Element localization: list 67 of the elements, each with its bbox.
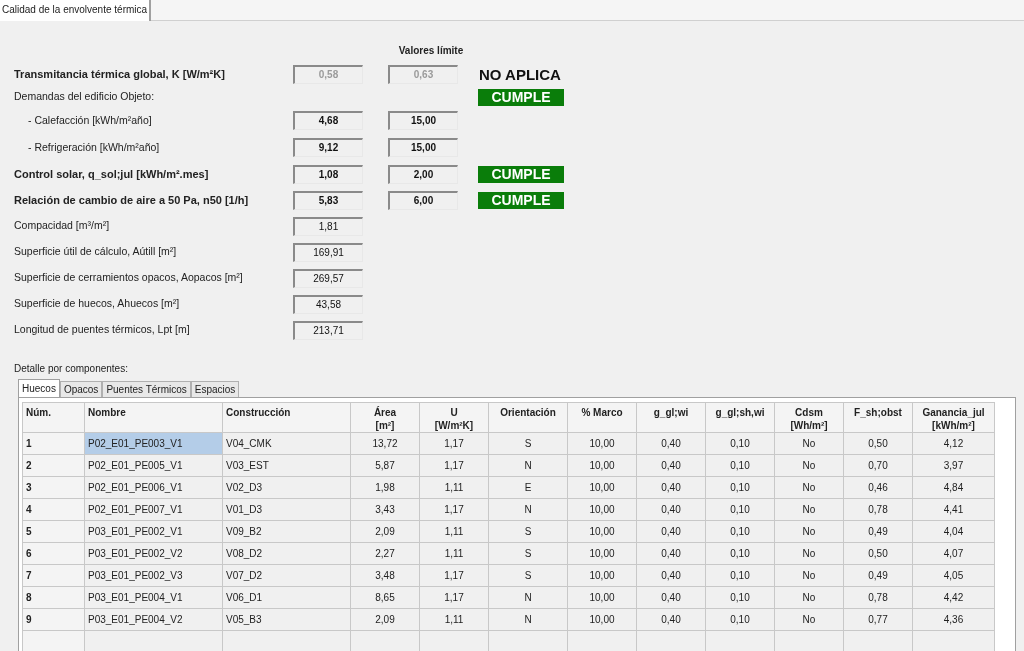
value-field: 269,57 — [293, 268, 363, 288]
section-label: Detalle por componentes: — [14, 363, 128, 374]
row-header: 2 — [22, 454, 85, 477]
column-header: F_sh;obst — [843, 402, 913, 433]
table-cell: P03_E01_PE004_V1 — [84, 586, 223, 609]
table-cell: P03_E01_PE002_V1 — [84, 520, 223, 543]
column-header: g_gl;sh,wi — [705, 402, 775, 433]
field-label: - Refrigeración [kWh/m²año] — [27, 139, 161, 155]
table-cell: P03_E01_PE004_V2 — [84, 608, 223, 631]
column-header: Orientación — [488, 402, 568, 433]
column-heading: Valores límite — [397, 44, 465, 58]
column-header: % Marco — [567, 402, 637, 433]
value-field: 1,81 — [293, 216, 363, 236]
value-field: 43,58 — [293, 294, 363, 314]
value-field: 0,63 — [388, 64, 458, 84]
row-header: 7 — [22, 564, 85, 587]
value-field: 2,00 — [388, 164, 458, 184]
column-header: g_gl;wi — [636, 402, 706, 433]
status-badge: CUMPLE — [478, 165, 564, 183]
row-header: 6 — [22, 542, 85, 565]
table-cell: P02_E01_PE005_V1 — [84, 454, 223, 477]
field-label: Longitud de puentes térmicos, Lpt [m] — [14, 322, 191, 338]
value-field: 9,12 — [293, 138, 363, 157]
table-cell: P02_E01_PE007_V1 — [84, 498, 223, 521]
value-field: 15,00 — [388, 138, 458, 157]
status-badge: CUMPLE — [478, 88, 564, 106]
value-field: 0,58 — [293, 64, 363, 84]
value-field: 213,71 — [293, 320, 363, 340]
status-text: NO APLICA — [478, 65, 562, 83]
table-cell: P03_E01_PE002_V3 — [84, 564, 223, 587]
table-cell: P03_E01_PE002_V2 — [84, 542, 223, 565]
column-header: Núm. — [22, 402, 85, 433]
field-label: Compacidad [m³/m²] — [14, 218, 111, 234]
field-label: Demandas del edificio Objeto: — [14, 89, 156, 105]
table-cell: P02_E01_PE006_V1 — [84, 476, 223, 499]
tab[interactable]: Huecos — [18, 379, 60, 397]
row-header: 8 — [22, 586, 85, 609]
column-header: Construcción — [222, 402, 351, 433]
value-field: 6,00 — [388, 190, 458, 210]
field-label: Control solar, q_sol;jul [kWh/m².mes] — [14, 166, 210, 182]
value-field: 15,00 — [388, 111, 458, 130]
value-field: 1,08 — [293, 164, 363, 184]
row-header: 1 — [22, 432, 85, 455]
value-field: 169,91 — [293, 242, 363, 262]
column-header: Cdsm [Wh/m²] — [774, 402, 844, 433]
tab[interactable]: Calidad de la envolvente térmica — [0, 0, 152, 21]
tab[interactable]: Espacios — [190, 381, 240, 397]
column-header: Ganancia_jul [kWh/m²] — [912, 402, 995, 433]
row-header: 4 — [22, 498, 85, 521]
row-header: 5 — [22, 520, 85, 543]
column-header: Área [m²] — [350, 402, 420, 433]
field-label: Superficie de huecos, Ahuecos [m²] — [14, 296, 181, 312]
status-badge: CUMPLE — [478, 191, 564, 209]
value-field: 5,83 — [293, 190, 363, 210]
column-header: U [W/m²K] — [419, 402, 489, 433]
tab[interactable]: Opacos — [59, 381, 103, 397]
field-label: Superficie de cerramientos opacos, Aopacos [m²] — [14, 270, 244, 286]
row-header: 9 — [22, 608, 85, 631]
row-header: 3 — [22, 476, 85, 499]
value-field: 4,68 — [293, 111, 363, 130]
table-cell: P02_E01_PE003_V1 — [84, 432, 223, 455]
field-label: Transmitancia térmica global, K [W/m²K] — [14, 66, 226, 82]
column-header: Nombre — [84, 402, 223, 433]
field-label: Superficie útil de cálculo, Aútill [m²] — [14, 244, 178, 260]
field-label: - Calefacción [kWh/m²año] — [27, 112, 153, 128]
tab[interactable]: Puentes Térmicos — [102, 381, 191, 397]
field-label: Relación de cambio de aire a 50 Pa, n50 [1/h] — [14, 192, 250, 208]
